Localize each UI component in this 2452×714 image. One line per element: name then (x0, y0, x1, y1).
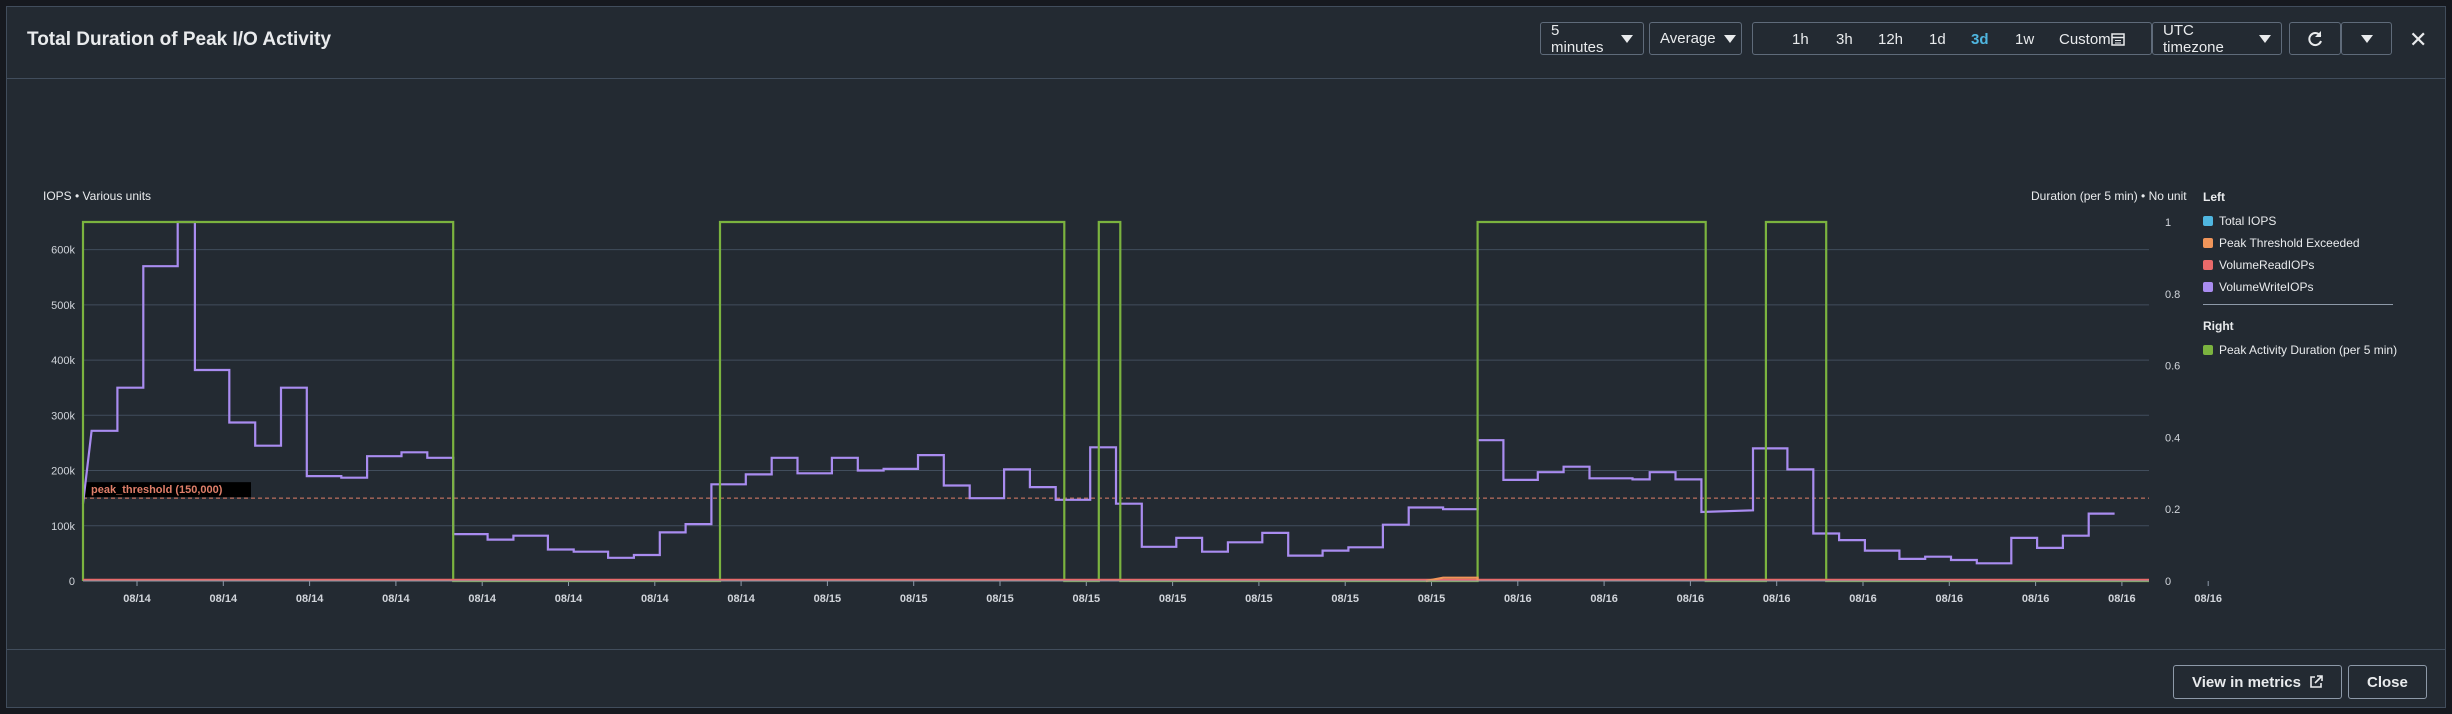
legend-right-title: Right (2203, 319, 2234, 333)
right-tick-label: 0.8 (2165, 289, 2180, 301)
legend-divider (2203, 304, 2393, 305)
x-tick-label: 08/14 (296, 593, 324, 605)
x-tick-label: 08/16 (1677, 593, 1705, 605)
x-tick-label: 08/16 (1590, 593, 1618, 605)
external-link-icon (2310, 675, 2323, 688)
x-tick-label: 08/15 (1418, 593, 1446, 605)
left-tick-label: 100k (51, 521, 75, 533)
legend-label: Peak Activity Duration (per 5 min) (2219, 343, 2398, 357)
chart-plot: 0 100k 200k 300k 400k 500k 600k 0 0.2 0.4 0.6 0.8 1 0… (51, 217, 2222, 605)
legend-label: VolumeWriteIOPs (2219, 280, 2314, 294)
x-tick-label: 08/15 (986, 593, 1014, 605)
x-tick-label: 08/14 (641, 593, 669, 605)
metric-modal: Total Duration of Peak I/O Activity 5 mi… (6, 6, 2446, 708)
right-tick-label: 0.4 (2165, 432, 2180, 444)
legend-swatch (2203, 216, 2213, 226)
x-tick-label: 08/15 (900, 593, 928, 605)
x-tick-label: 08/14 (468, 593, 496, 605)
series-peak-activity-duration-per-5-min-line (81, 220, 2149, 583)
x-tick-label: 08/15 (1245, 593, 1273, 605)
legend-swatch (2203, 238, 2213, 248)
left-tick-label: 500k (51, 300, 75, 312)
x-tick-label: 08/16 (2194, 593, 2222, 605)
legend-swatch (2203, 345, 2213, 355)
x-tick-label: 08/16 (2108, 593, 2136, 605)
x-tick-label: 08/14 (555, 593, 583, 605)
legend-item-volume-write-iops[interactable]: VolumeWriteIOPs (2203, 276, 2397, 298)
right-tick-label: 0 (2165, 576, 2171, 588)
x-tick-label: 08/16 (1936, 593, 1964, 605)
legend-swatch (2203, 260, 2213, 270)
x-tick-label: 08/15 (814, 593, 842, 605)
view-in-metrics-button[interactable]: View in metrics (2173, 665, 2342, 699)
right-tick-label: 0.2 (2165, 504, 2180, 516)
legend-swatch (2203, 282, 2213, 292)
x-tick-label: 08/16 (1504, 593, 1532, 605)
right-tick-label: 1 (2165, 217, 2171, 229)
legend-item-volume-read-iops[interactable]: VolumeReadIOPs (2203, 254, 2397, 276)
x-tick-label: 08/16 (2022, 593, 2050, 605)
legend-item-peak-activity-duration[interactable]: Peak Activity Duration (per 5 min) (2203, 339, 2397, 361)
left-tick-label: 200k (51, 466, 75, 478)
x-tick-label: 08/15 (1073, 593, 1101, 605)
view-in-metrics-label: View in metrics (2192, 673, 2301, 691)
legend-label: Peak Threshold Exceeded (2219, 236, 2360, 250)
close-label: Close (2367, 673, 2408, 691)
x-tick-label: 08/15 (1159, 593, 1187, 605)
left-tick-label: 300k (51, 410, 75, 422)
left-tick-label: 600k (51, 245, 75, 257)
legend-item-peak-threshold-exceeded[interactable]: Peak Threshold Exceeded (2203, 232, 2397, 254)
left-tick-label: 0 (69, 576, 75, 588)
x-tick-label: 08/14 (210, 593, 238, 605)
x-tick-label: 08/14 (123, 593, 151, 605)
chart-legend: Left Total IOPS Peak Threshold Exceeded … (2203, 190, 2397, 361)
x-tick-label: 08/16 (1849, 593, 1877, 605)
legend-item-total-iops[interactable]: Total IOPS (2203, 210, 2397, 232)
modal-footer: View in metrics Close (7, 649, 2445, 709)
x-tick-label: 08/15 (1331, 593, 1359, 605)
legend-left-title: Left (2203, 190, 2225, 204)
legend-label: Total IOPS (2219, 214, 2277, 228)
x-tick-label: 08/14 (382, 593, 410, 605)
legend-label: VolumeReadIOPs (2219, 258, 2315, 272)
left-tick-label: 400k (51, 355, 75, 367)
threshold-label: peak_threshold (150,000) (91, 484, 223, 496)
x-tick-label: 08/16 (1763, 593, 1791, 605)
close-button[interactable]: Close (2348, 665, 2427, 699)
x-tick-label: 08/14 (727, 593, 755, 605)
right-tick-label: 0.6 (2165, 361, 2180, 373)
